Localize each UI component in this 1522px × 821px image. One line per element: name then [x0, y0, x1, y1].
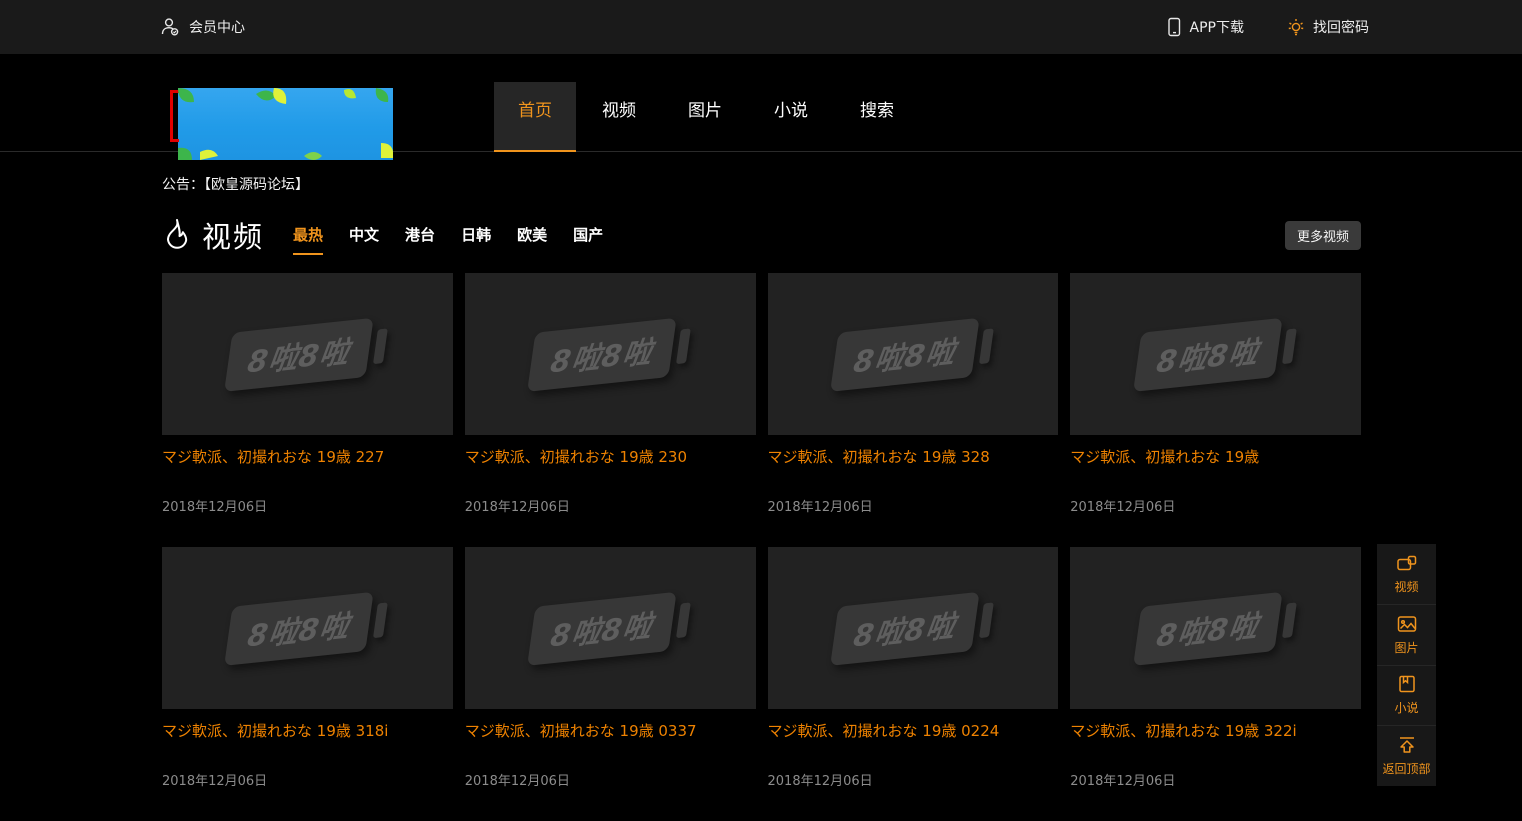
book-icon [1397, 674, 1417, 694]
video-thumbnail[interactable]: 8啦8啦 [465, 273, 756, 435]
floating-side-nav: 视频 图片 小说 返回顶部 [1377, 544, 1436, 786]
watermark-logo: 8啦8啦 [528, 591, 692, 665]
announcement-bar: 公告：【欧皇源码论坛】 [162, 174, 1522, 194]
user-icon [160, 17, 180, 37]
watermark-logo: 8啦8啦 [1134, 317, 1298, 391]
float-nav-image[interactable]: 图片 [1377, 604, 1436, 665]
video-section-header: 视频 最热 中文 港台 日韩 欧美 国产 更多视频 [162, 214, 1361, 256]
video-card[interactable]: 8啦8啦 マジ軟派、初撮れおな 19歳 230 2018年12月06日 [465, 273, 756, 547]
video-title[interactable]: マジ軟派、初撮れおな 19歳 0337 [465, 722, 756, 741]
category-tab-chinese[interactable]: 中文 [349, 224, 379, 255]
video-thumbnail[interactable]: 8啦8啦 [768, 273, 1059, 435]
video-title[interactable]: マジ軟派、初撮れおな 19歳 322i [1070, 722, 1361, 741]
video-thumbnail[interactable]: 8啦8啦 [1070, 273, 1361, 435]
watermark-logo: 8啦8啦 [528, 317, 692, 391]
video-title[interactable]: マジ軟派、初撮れおな 19歳 0224 [768, 722, 1059, 741]
video-thumbnail[interactable]: 8啦8啦 [162, 273, 453, 435]
nav-tab-video[interactable]: 视频 [576, 82, 662, 152]
find-password-link[interactable]: 找回密码 [1286, 17, 1369, 37]
phone-icon [1165, 17, 1183, 37]
category-tab-domestic[interactable]: 国产 [573, 224, 603, 255]
video-card[interactable]: 8啦8啦 マジ軟派、初撮れおな 19歳 322i 2018年12月06日 [1070, 547, 1361, 821]
watermark-logo: 8啦8啦 [226, 317, 390, 391]
nav-tab-home[interactable]: 首页 [494, 82, 576, 152]
site-header: 首页 视频 图片 小说 搜索 [0, 54, 1522, 152]
member-center-label: 会员中心 [189, 17, 245, 37]
video-date: 2018年12月06日 [1070, 496, 1361, 515]
video-thumbnail[interactable]: 8啦8啦 [465, 547, 756, 709]
video-title[interactable]: マジ軟派、初撮れおな 19歳 [1070, 448, 1361, 467]
category-tab-jp-kr[interactable]: 日韩 [461, 224, 491, 255]
video-card[interactable]: 8啦8啦 マジ軟派、初撮れおな 19歳 0224 2018年12月06日 [768, 547, 1059, 821]
video-thumbnail[interactable]: 8啦8啦 [768, 547, 1059, 709]
arrow-up-icon [1396, 735, 1418, 755]
video-title[interactable]: マジ軟派、初撮れおな 19歳 328 [768, 448, 1059, 467]
site-logo[interactable] [178, 88, 393, 160]
video-title[interactable]: マジ軟派、初撮れおな 19歳 227 [162, 448, 453, 467]
video-date: 2018年12月06日 [465, 770, 756, 789]
video-card[interactable]: 8啦8啦 マジ軟派、初撮れおな 19歳 328 2018年12月06日 [768, 273, 1059, 547]
section-title: 视频 [162, 214, 264, 256]
category-tabs: 最热 中文 港台 日韩 欧美 国产 [280, 224, 616, 255]
watermark-logo: 8啦8啦 [831, 317, 995, 391]
app-download-label: APP下载 [1190, 17, 1244, 37]
video-card[interactable]: 8啦8啦 マジ軟派、初撮れおな 19歳 0337 2018年12月06日 [465, 547, 756, 821]
category-tab-western[interactable]: 欧美 [517, 224, 547, 255]
float-nav-novel-label: 小说 [1394, 699, 1418, 716]
image-icon [1396, 614, 1418, 634]
float-nav-back-to-top-label: 返回顶部 [1382, 760, 1430, 777]
announcement-text: 公告：【欧皇源码论坛】 [162, 177, 309, 193]
flame-icon [162, 218, 192, 252]
category-tab-hk-tw[interactable]: 港台 [405, 224, 435, 255]
video-thumbnail[interactable]: 8啦8啦 [1070, 547, 1361, 709]
nav-tab-image[interactable]: 图片 [662, 82, 748, 152]
nav-tab-novel[interactable]: 小说 [748, 82, 834, 152]
logo-leaves [178, 88, 393, 160]
more-videos-button[interactable]: 更多视频 [1285, 221, 1361, 250]
topbar: 会员中心 APP下载 [0, 0, 1522, 54]
float-nav-novel[interactable]: 小说 [1377, 665, 1436, 726]
video-grid: 8啦8啦 マジ軟派、初撮れおな 19歳 227 2018年12月06日 8啦8啦… [162, 273, 1361, 821]
video-camera-icon [1396, 553, 1418, 573]
video-date: 2018年12月06日 [1070, 770, 1361, 789]
watermark-logo: 8啦8啦 [831, 591, 995, 665]
video-date: 2018年12月06日 [465, 496, 756, 515]
video-date: 2018年12月06日 [768, 770, 1059, 789]
video-date: 2018年12月06日 [162, 496, 453, 515]
watermark-logo: 8啦8啦 [226, 591, 390, 665]
category-tab-hottest[interactable]: 最热 [293, 224, 323, 255]
watermark-logo: 8啦8啦 [1134, 591, 1298, 665]
video-title[interactable]: マジ軟派、初撮れおな 19歳 230 [465, 448, 756, 467]
float-nav-video[interactable]: 视频 [1377, 544, 1436, 604]
float-nav-back-to-top[interactable]: 返回顶部 [1377, 725, 1436, 786]
video-card[interactable]: 8啦8啦 マジ軟派、初撮れおな 19歳 2018年12月06日 [1070, 273, 1361, 547]
video-title[interactable]: マジ軟派、初撮れおな 19歳 318i [162, 722, 453, 741]
video-date: 2018年12月06日 [162, 770, 453, 789]
lightbulb-icon [1286, 17, 1306, 37]
section-heading: 视频 [202, 214, 264, 256]
video-thumbnail[interactable]: 8啦8啦 [162, 547, 453, 709]
main-nav: 首页 视频 图片 小说 搜索 [494, 82, 920, 152]
video-card[interactable]: 8啦8啦 マジ軟派、初撮れおな 19歳 227 2018年12月06日 [162, 273, 453, 547]
video-date: 2018年12月06日 [768, 496, 1059, 515]
app-download-link[interactable]: APP下载 [1165, 17, 1244, 37]
float-nav-video-label: 视频 [1394, 578, 1418, 595]
float-nav-image-label: 图片 [1394, 639, 1418, 656]
video-card[interactable]: 8啦8啦 マジ軟派、初撮れおな 19歳 318i 2018年12月06日 [162, 547, 453, 821]
find-password-label: 找回密码 [1313, 17, 1369, 37]
member-center-link[interactable]: 会员中心 [160, 17, 245, 37]
nav-tab-search[interactable]: 搜索 [834, 82, 920, 152]
topbar-right: APP下载 找回密码 [1165, 17, 1369, 37]
